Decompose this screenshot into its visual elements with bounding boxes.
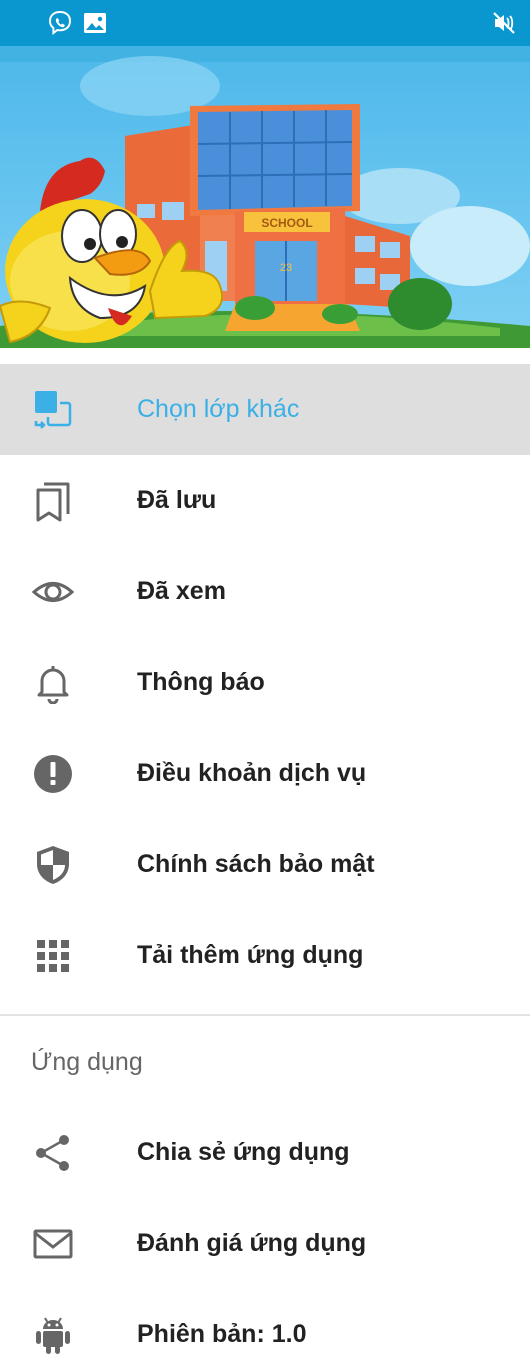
app-section-menu: Chia sẻ ứng dụng Đánh giá ứng dụng Phiên… [0, 1107, 530, 1362]
section-divider [0, 1014, 530, 1016]
section-title: Ứng dụng [31, 1048, 143, 1076]
status-bar [0, 0, 530, 46]
android-icon [36, 1317, 70, 1354]
drawer-menu: Chọn lớp khác Đã lưu Đã xem Thông báo Đi… [0, 364, 530, 1001]
menu-item-label: Chọn lớp khác [137, 395, 300, 423]
alert-circle-icon [34, 755, 72, 793]
menu-item-rate-app[interactable]: Đánh giá ứng dụng [0, 1198, 530, 1289]
menu-item-label: Điều khoản dịch vụ [137, 759, 367, 787]
menu-item-label: Chính sách bảo mật [137, 850, 375, 878]
menu-item-share-app[interactable]: Chia sẻ ứng dụng [0, 1107, 530, 1198]
menu-item-label: Chia sẻ ứng dụng [137, 1138, 350, 1166]
mail-icon [33, 1229, 73, 1259]
menu-item-terms[interactable]: Điều khoản dịch vụ [0, 728, 530, 819]
apps-grid-icon [37, 940, 69, 972]
menu-item-saved[interactable]: Đã lưu [0, 455, 530, 546]
menu-item-label: Thông báo [137, 668, 265, 696]
menu-item-label: Đã xem [137, 577, 226, 605]
menu-item-label: Tải thêm ứng dụng [137, 941, 364, 969]
eye-icon [32, 582, 74, 602]
menu-item-more-apps[interactable]: Tải thêm ứng dụng [0, 910, 530, 1001]
viber-icon [48, 10, 72, 35]
school-illustration: SCHOOL 23 [0, 46, 530, 348]
bookmarks-icon [36, 482, 70, 522]
share-icon [36, 1135, 69, 1171]
image-icon [84, 13, 106, 33]
menu-item-notifications[interactable]: Thông báo [0, 637, 530, 728]
menu-item-privacy[interactable]: Chính sách bảo mật [0, 819, 530, 910]
bell-icon [37, 666, 69, 704]
menu-item-choose-class[interactable]: Chọn lớp khác [0, 364, 530, 455]
banner-door-number: 23 [280, 262, 292, 274]
header-banner: SCHOOL 23 [0, 46, 530, 348]
banner-school-label: SCHOOL [261, 216, 312, 230]
mute-icon [493, 12, 515, 34]
menu-item-label: Đánh giá ứng dụng [137, 1229, 367, 1257]
menu-item-label: Phiên bản: 1.0 [137, 1320, 307, 1348]
menu-item-label: Đã lưu [137, 486, 217, 514]
menu-item-viewed[interactable]: Đã xem [0, 546, 530, 637]
shield-icon [37, 846, 69, 884]
switch-class-icon [34, 391, 72, 429]
menu-item-version: Phiên bản: 1.0 [0, 1289, 530, 1362]
